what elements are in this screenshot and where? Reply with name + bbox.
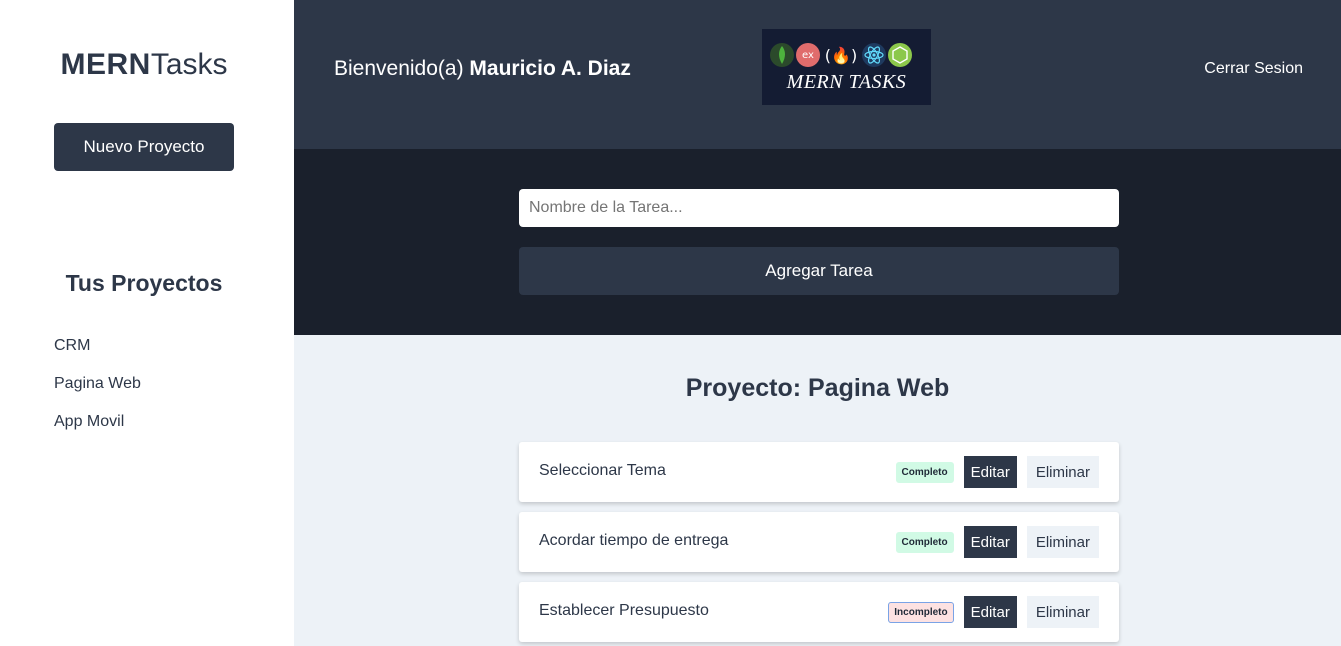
task-name: Establecer Presupuesto [539, 602, 709, 619]
welcome-message: Bienvenido(a) Mauricio A. Diaz [334, 57, 631, 81]
add-task-button[interactable]: Agregar Tarea [519, 247, 1119, 295]
project-heading: Proyecto: Pagina Web [685, 374, 950, 402]
logout-button[interactable]: Cerrar Sesion [1204, 60, 1303, 78]
mern-tasks-logo: ex (🔥) MERN TASKS [762, 29, 931, 105]
task-item: Establecer Presupuesto Incompleto Editar… [519, 582, 1119, 642]
task-status-badge[interactable]: Incompleto [888, 601, 954, 623]
delete-task-button[interactable]: Eliminar [1026, 456, 1099, 488]
user-name: Mauricio A. Diaz [469, 57, 631, 80]
delete-task-button[interactable]: Eliminar [1026, 526, 1099, 558]
logo-text: MERN TASKS [786, 71, 907, 93]
react-icon [862, 43, 886, 67]
task-actions: Incompleto Editar Eliminar [888, 596, 1099, 628]
task-name-input[interactable] [519, 189, 1119, 227]
nodejs-icon [888, 43, 912, 67]
edit-task-button[interactable]: Editar [963, 456, 1017, 488]
logo-icons: ex (🔥) [770, 43, 914, 67]
task-item: Acordar tiempo de entrega Completo Edita… [519, 512, 1119, 572]
sidebar: MERNTasks Nuevo Proyecto Tus Proyectos C… [0, 0, 294, 646]
task-status-badge[interactable]: Completo [895, 531, 954, 553]
app-header: Bienvenido(a) Mauricio A. Diaz ex (🔥) ME… [294, 0, 1341, 149]
welcome-prefix: Bienvenido(a) [334, 57, 470, 80]
task-name: Seleccionar Tema [539, 462, 666, 479]
app-brand: MERNTasks [0, 48, 288, 82]
edit-task-button[interactable]: Editar [963, 596, 1017, 628]
freecodecamp-icon: (🔥) [824, 45, 858, 65]
project-item-crm[interactable]: CRM [54, 336, 141, 374]
task-actions: Completo Editar Eliminar [895, 526, 1099, 558]
task-list: Seleccionar Tema Completo Editar Elimina… [519, 442, 1119, 646]
brand-light: Tasks [150, 48, 228, 81]
brand-bold: MERN [60, 48, 151, 81]
task-actions: Completo Editar Eliminar [895, 456, 1099, 488]
project-item-pagina-web[interactable]: Pagina Web [54, 374, 141, 412]
task-name: Acordar tiempo de entrega [539, 532, 729, 549]
edit-task-button[interactable]: Editar [963, 526, 1017, 558]
new-project-button[interactable]: Nuevo Proyecto [54, 123, 234, 171]
delete-task-button[interactable]: Eliminar [1026, 596, 1099, 628]
project-list: CRM Pagina Web App Movil [54, 336, 141, 450]
task-form: Agregar Tarea [294, 149, 1341, 335]
projects-title: Tus Proyectos [65, 270, 223, 296]
mongodb-icon [770, 43, 794, 67]
project-item-app-movil[interactable]: App Movil [54, 412, 141, 450]
task-item: Seleccionar Tema Completo Editar Elimina… [519, 442, 1119, 502]
task-status-badge[interactable]: Completo [895, 461, 954, 483]
express-icon: ex [796, 43, 820, 67]
